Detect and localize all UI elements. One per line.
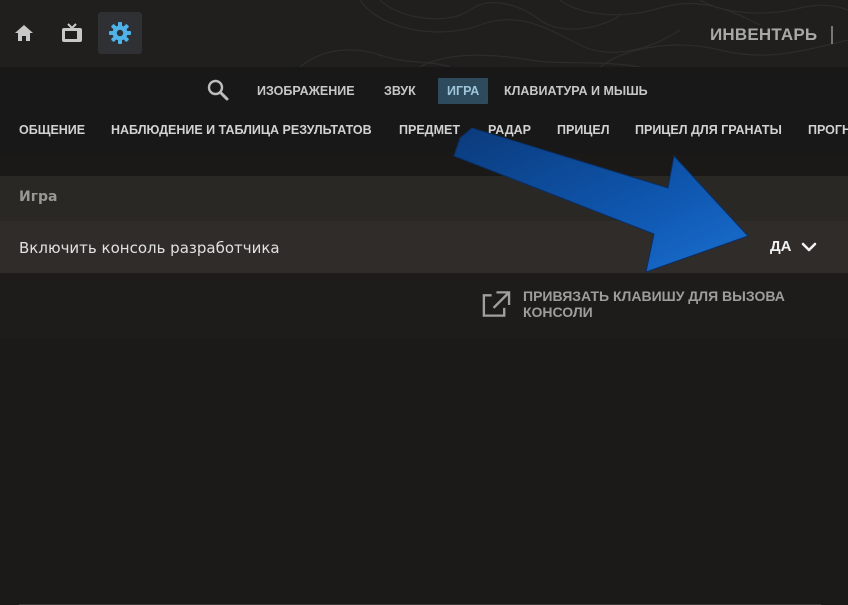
subtab-radar[interactable]: РАДАР	[488, 123, 531, 137]
bind-console-button[interactable]: ПРИВЯЗАТЬ КЛАВИШУ ДЛЯ ВЫЗОВА КОНСОЛИ	[480, 288, 848, 320]
tab-game[interactable]: ИГРА	[438, 78, 489, 104]
settings-tabs: ИЗОБРАЖЕНИЕ ЗВУК ИГРА КЛАВИАТУРА И МЫШЬ	[0, 67, 848, 110]
section-title: Игра	[19, 189, 58, 205]
tab-sound[interactable]: ЗВУК	[384, 78, 416, 104]
setting-value-dropdown[interactable]: ДА	[770, 238, 792, 255]
top-bar: ИНВЕНТАРЬ	[0, 0, 848, 68]
tv-icon	[62, 23, 82, 42]
chevron-down-icon[interactable]	[800, 240, 818, 254]
home-button[interactable]	[2, 12, 46, 54]
subtab-communication[interactable]: ОБЩЕНИЕ	[19, 123, 85, 137]
inventory-label: ИНВЕНТАРЬ	[710, 25, 818, 44]
game-sub-tabs: ОБЩЕНИЕ НАБЛЮДЕНИЕ И ТАБЛИЦА РЕЗУЛЬТАТОВ…	[0, 110, 848, 154]
tab-image[interactable]: ИЗОБРАЖЕНИЕ	[257, 78, 355, 104]
developer-console-setting[interactable]: Включить консоль разработчика ДА	[0, 221, 848, 273]
setting-label: Включить консоль разработчика	[19, 239, 280, 257]
inventory-link[interactable]: ИНВЕНТАРЬ	[710, 20, 848, 50]
subtab-crosshair[interactable]: ПРИЦЕЛ	[557, 123, 610, 137]
bind-console-label: ПРИВЯЗАТЬ КЛАВИШУ ДЛЯ ВЫЗОВА КОНСОЛИ	[523, 288, 785, 320]
subtab-spectating-scoreboard[interactable]: НАБЛЮДЕНИЕ И ТАБЛИЦА РЕЗУЛЬТАТОВ	[111, 123, 372, 137]
settings-button[interactable]	[98, 12, 142, 54]
spacer	[0, 154, 848, 176]
gear-icon	[109, 22, 131, 44]
search-icon	[207, 79, 229, 101]
subtab-prediction[interactable]: ПРОГН	[808, 123, 848, 137]
inventory-separator	[831, 26, 834, 44]
tv-button[interactable]	[50, 12, 94, 54]
home-icon	[15, 25, 33, 41]
bind-console-row: ПРИВЯЗАТЬ КЛАВИШУ ДЛЯ ВЫЗОВА КОНСОЛИ	[0, 273, 848, 605]
external-link-icon	[482, 291, 511, 317]
section-header: Игра	[0, 176, 848, 221]
search-button[interactable]	[205, 77, 231, 103]
subtab-grenade-crosshair[interactable]: ПРИЦЕЛ ДЛЯ ГРАНАТЫ	[635, 123, 782, 137]
subtab-item[interactable]: ПРЕДМЕТ	[399, 123, 460, 137]
tab-keyboard-mouse[interactable]: КЛАВИАТУРА И МЫШЬ	[504, 78, 648, 104]
